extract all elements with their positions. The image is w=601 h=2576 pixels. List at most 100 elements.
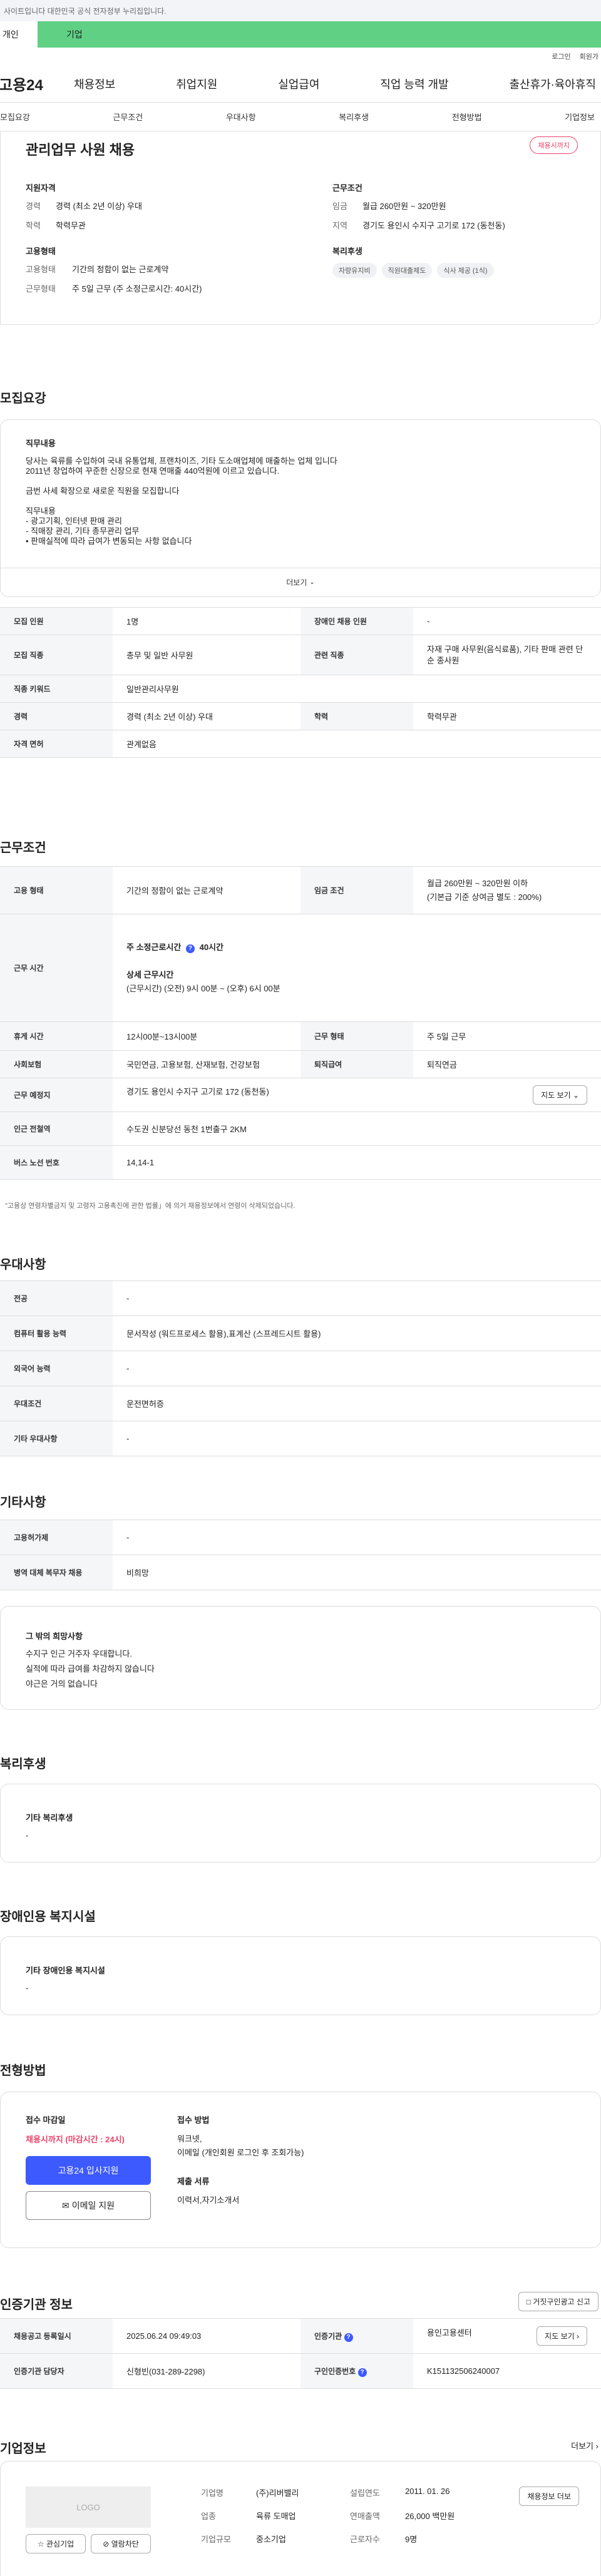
company-jobs-button[interactable]: 채용정보 더보 [519,2487,579,2506]
cell-value: 운전면허증 [113,1386,601,1421]
favorite-company-button[interactable]: ☆ 관심기업 [26,2534,86,2553]
table-row: 모집 직종 총무 및 일반 사무원 관련 직종 자재 구매 사무원(음식료품),… [0,635,601,675]
mail-icon: ✉ [61,2200,69,2211]
qual-heading: 지원자격 [26,183,56,193]
cell-value: 14,14-1 [113,1145,601,1180]
work-place: 경기도 용인시 수지구 고기로 172 (동천동) [126,1087,269,1096]
map-view-label: 지도 보기 [541,1091,571,1100]
table-row: 근무 예정지 경기도 용인시 수지구 고기로 172 (동천동) 지도 보기 ⌄ [0,1078,601,1112]
welfare-chip: 식사 제공 (1식) [437,263,494,278]
false-ad-report-button[interactable]: □ 거짓구인광고 신고 [518,2292,598,2311]
more-label: 더보기 [286,578,307,587]
block-company-button[interactable]: ⊘ 열람차단 [91,2534,151,2553]
tab-business[interactable]: 기업 [38,21,601,48]
gnb-item-unemployment-benefit[interactable]: 실업급여 [278,76,319,92]
cell-key: 병역 대체 복무자 채용 [0,1555,113,1590]
table-row: 직종 키워드 일반관리사무원 [0,675,601,703]
emp-key: 고용형태 [26,265,56,274]
table-row: 컴퓨터 활용 능력 문서작성 (워드프로세스 활용),표계산 (스프레드시트 활용… [0,1316,601,1351]
gnb-item-parental-leave[interactable]: 출산휴가·육아휴직 [510,76,596,92]
anchor-company[interactable]: 기업정보 [565,111,595,123]
join-link[interactable]: 회원가 [580,51,598,61]
cell-key: 구인인증번호 ? [300,2353,413,2389]
section-title-pref: 우대사항 [0,1258,46,1272]
cell-value: 주 5일 근무 [413,1021,601,1051]
section-title-recruit: 모집요강 [0,392,46,406]
info-icon[interactable]: ? [357,2368,367,2377]
cell-value: 총무 및 일반 사무원 [113,635,300,675]
method-value: 이메일 (개인회원 로그인 후 조회가능) [177,2148,304,2157]
cell-value: 12시00분~13시00분 [113,1021,300,1051]
welfare-box: 기타 복리후생 - [0,1784,601,1863]
cell-key: 인증기관 담당자 [0,2353,113,2389]
table-row: 우대조건 운전면허증 [0,1386,601,1421]
map-view-button[interactable]: 지도 보기 ⌄ [533,1085,587,1105]
cell-value: - [113,1520,601,1555]
company-value: 중소기업 [256,2535,286,2544]
anchor-welfare[interactable]: 복리후생 [339,111,369,123]
anchor-pref[interactable]: 우대사항 [226,111,256,123]
cell-key: 인근 전철역 [0,1112,113,1146]
anchor-recruit[interactable]: 모집요강 [0,111,30,123]
gnb-item-employment-support[interactable]: 취업지원 [176,76,217,92]
cell-key: 휴게 시간 [0,1021,113,1051]
disability-box-heading: 기타 장애인용 복지시설 [26,1966,105,1975]
cell-value: 기간의 정함이 없는 근로계약 [113,866,300,914]
duty-heading: 직무내용 [26,439,56,448]
cell-key: 직종 키워드 [0,675,113,703]
apply-button[interactable]: 고용24 입사지원 [26,2156,151,2185]
more-button[interactable]: 더보기 ⌄ [1,568,600,596]
cell-value: 국민연금, 고용보험, 산재보험, 건강보험 [113,1050,300,1078]
cond-heading: 근무조건 [332,183,362,193]
table-row: 버스 노선 번호 14,14-1 [0,1145,601,1180]
cond-value: 경기도 용인시 수지구 고기로 172 (동천동) [362,221,505,230]
duty-line: 2011년 창업하여 꾸준한 신장으로 현재 연매출 440억원에 이르고 있습… [26,466,280,476]
agency-name: 용인고용센터 [427,2328,472,2338]
anchor-work[interactable]: 근무조건 [113,111,143,123]
info-icon[interactable]: ? [185,944,195,953]
qual-key: 학력 [26,221,41,230]
cell-key: 사회보험 [0,1050,113,1078]
agency-map-button[interactable]: 지도 보기 › [537,2326,587,2346]
info-icon[interactable]: ? [344,2333,353,2342]
tab-personal[interactable]: 개인 [0,21,38,48]
duty-line: 직무내용 [26,506,56,516]
cell-key: 임금 조건 [300,866,413,914]
gnb-item-training[interactable]: 직업 능력 개발 [380,76,448,92]
block-icon: ⊘ [103,2540,110,2548]
site-logo[interactable]: 고용24 [0,73,74,95]
cell-value: - [113,1421,601,1456]
report-label: 거짓구인광고 신고 [533,2297,590,2306]
anchor-selection[interactable]: 전형방법 [452,111,482,123]
welfare-box-value: - [26,1831,29,1840]
duty-line: 금번 사세 확장으로 새로운 직원을 모집합니다 [26,486,180,496]
cell-value: 1명 [113,607,300,635]
cell-value: - [113,1351,601,1386]
time-heading: 상세 근무시간 [126,969,174,979]
disability-box: 기타 장애인용 복지시설 - [0,1936,601,2015]
company-value: 26,000 백만원 [405,2512,455,2521]
cell-value: 용인고용센터 지도 보기 › [413,2318,601,2354]
email-apply-button[interactable]: ✉ 이메일 지원 [26,2191,151,2220]
table-row: 휴게 시간 12시00분~13시00분 근무 형태 주 5일 근무 [0,1021,601,1051]
company-value: 2011. 01. 26 [405,2487,450,2496]
age-notice: "고용상 연령차별금지 및 고령자 고용촉진에 관한 법률」에 의거 채용정보에… [5,1202,295,1210]
wage-line: 월급 260만원 ~ 320만원 이하 [427,878,528,888]
cell-key: 퇴직급여 [300,1050,413,1078]
section-title-company: 기업정보 [0,2442,46,2456]
hope-box: 그 밖의 희망사항 수지구 인근 거주자 우대합니다. 실적에 따라 급여를 차… [0,1606,601,1710]
hope-line: 야근은 거의 없습니다 [26,1679,98,1689]
section-title-agency: 인증기관 정보 [0,2298,73,2312]
cell-value: 퇴직연금 [413,1050,601,1078]
cell-value: 비희망 [113,1555,601,1590]
emp-value: 주 5일 근무 (주 소정근로시간: 40시간) [72,284,202,294]
company-more-link[interactable]: 더보기 › [571,2440,598,2451]
cell-key: 경력 [0,702,113,730]
cell-key: 인증기관 ? [300,2318,413,2354]
selection-box: 접수 마감일 채용시까지 (마감시간 : 24시) 고용24 입사지원 ✉ 이메… [0,2092,601,2248]
company-logo: LOGO [26,2487,151,2528]
hope-line: 수지구 인근 거주자 우대합니다. [26,1649,132,1659]
welfare-heading: 복리후생 [332,247,362,256]
gnb-item-jobs[interactable]: 채용정보 [74,76,115,92]
login-link[interactable]: 로그인 [552,51,570,61]
